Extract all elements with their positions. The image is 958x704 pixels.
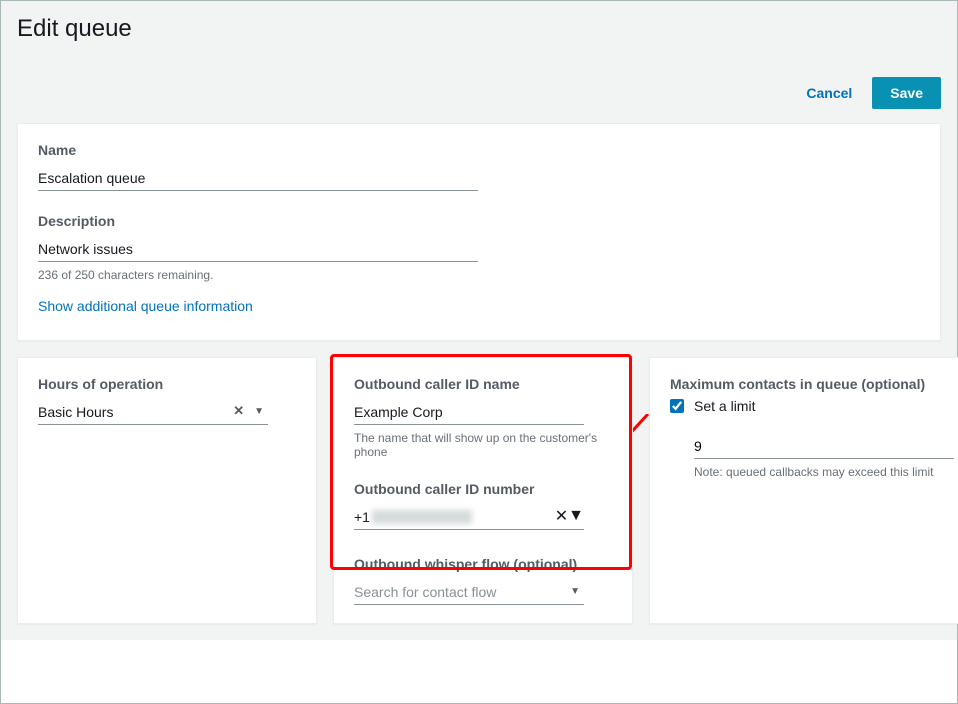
page-title: Edit queue [17, 15, 941, 43]
caller-id-number-block: Outbound caller ID number +1 ✕ ▼ [354, 481, 612, 530]
description-input[interactable] [38, 235, 478, 262]
description-label: Description [38, 213, 920, 229]
set-limit-row: Set a limit [670, 398, 954, 414]
name-input[interactable] [38, 164, 478, 191]
page-header: Edit queue [1, 1, 957, 67]
save-button[interactable]: Save [872, 77, 941, 109]
description-counter: 236 of 250 characters remaining. [38, 268, 920, 282]
set-limit-checkbox[interactable] [670, 399, 684, 413]
limit-input[interactable] [694, 432, 954, 459]
whisper-flow-block: Outbound whisper flow (optional) ▼ [354, 556, 612, 605]
name-label: Name [38, 142, 920, 158]
description-field-block: Description 236 of 250 characters remain… [38, 213, 920, 282]
caller-id-card: Outbound caller ID name The name that wi… [333, 357, 633, 624]
hours-input[interactable] [38, 398, 227, 424]
cancel-button[interactable]: Cancel [806, 85, 852, 101]
hours-card: Hours of operation ✕ ▼ [17, 357, 317, 624]
max-contacts-card: Maximum contacts in queue (optional) Set… [649, 357, 958, 624]
settings-columns: Hours of operation ✕ ▼ Outbound caller I… [17, 357, 941, 624]
chevron-down-icon[interactable]: ▼ [250, 406, 268, 417]
page-content: Cancel Save Name Description 236 of 250 … [1, 67, 957, 640]
caller-id-name-block: Outbound caller ID name The name that wi… [354, 376, 612, 459]
name-field-block: Name [38, 142, 920, 191]
caller-id-number-clear-icon[interactable]: ✕ [555, 506, 568, 526]
chevron-down-icon[interactable]: ▼ [566, 586, 584, 597]
limit-note: Note: queued callbacks may exceed this l… [694, 465, 934, 479]
max-contacts-label: Maximum contacts in queue (optional) [670, 376, 954, 392]
hours-combo[interactable]: ✕ ▼ [38, 398, 268, 425]
queue-details-card: Name Description 236 of 250 characters r… [17, 123, 941, 341]
action-bar: Cancel Save [17, 67, 941, 123]
chevron-down-icon[interactable]: ▼ [568, 507, 584, 525]
whisper-flow-input[interactable] [354, 578, 566, 604]
whisper-flow-combo[interactable]: ▼ [354, 578, 584, 605]
caller-id-number-label: Outbound caller ID number [354, 481, 612, 497]
whisper-flow-label: Outbound whisper flow (optional) [354, 556, 612, 572]
caller-id-name-help: The name that will show up on the custom… [354, 431, 612, 459]
caller-id-number-redacted [372, 510, 472, 524]
caller-id-number-combo[interactable]: +1 ✕ ▼ [354, 503, 584, 530]
hours-label: Hours of operation [38, 376, 296, 392]
caller-id-name-label: Outbound caller ID name [354, 376, 612, 392]
show-additional-info-link[interactable]: Show additional queue information [38, 298, 253, 314]
caller-id-name-input[interactable] [354, 398, 584, 425]
hours-clear-icon[interactable]: ✕ [227, 403, 250, 419]
caller-id-number-prefix: +1 [354, 509, 370, 525]
set-limit-label: Set a limit [694, 398, 755, 414]
